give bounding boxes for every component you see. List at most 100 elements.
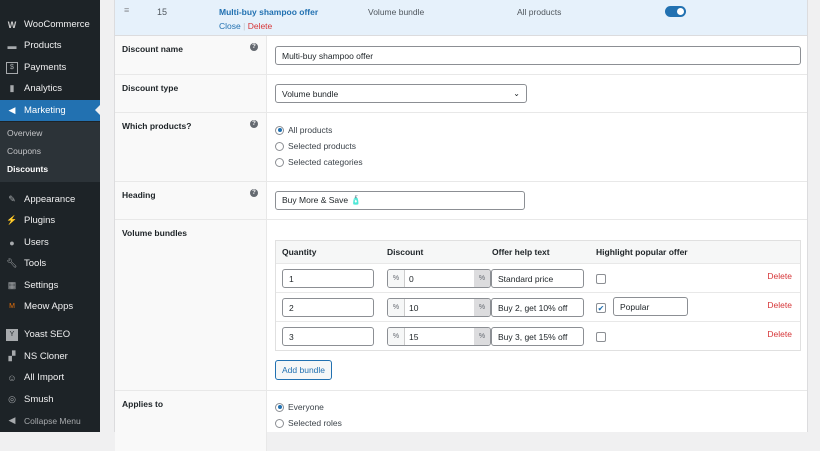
radio-selected-products[interactable]: Selected products [275,141,356,151]
radio-all-products[interactable]: All products [275,125,332,135]
discount-type-summary: Volume bundle [368,7,425,17]
menu-settings[interactable]: ▦ Settings [0,275,100,296]
volume-bundles-label: Volume bundles [115,220,267,390]
column-header-help-text: Offer help text [492,247,550,257]
discount-unit-select[interactable]: % [474,299,490,316]
radio-icon [275,125,284,135]
help-icon[interactable]: ? [250,43,258,51]
menu-smush[interactable]: ◎ Smush [0,389,100,410]
marketing-submenu: Overview Coupons Discounts [0,122,100,182]
discount-input[interactable]: 10 [405,299,474,316]
wrench-icon: 🔧︎ [6,258,18,268]
menu-products[interactable]: ▬ Products [0,35,100,56]
heading-input[interactable]: Buy More & Save 🧴 [275,191,525,210]
discount-type-select[interactable]: Volume bundle ⌄ [275,84,527,103]
discount-input-group: % 10% [387,298,491,317]
row-applies-to: Applies to Everyone Selected roles [115,391,807,451]
help-icon[interactable]: ? [250,189,258,197]
drag-handle-icon[interactable]: ≡ [124,5,129,15]
discount-editor: ≡ 15 Multi-buy shampoo offer Close | Del… [114,0,808,451]
menu-appearance[interactable]: ✎ Appearance [0,189,100,210]
dollar-icon: $ [6,61,18,74]
radio-selected-roles[interactable]: Selected roles [275,418,342,428]
radio-label: Selected roles [288,418,342,428]
menu-payments[interactable]: $ Payments [0,57,100,78]
sliders-icon: ▦ [7,280,17,290]
quantity-input[interactable]: 1 [282,269,374,288]
popular-checkbox[interactable] [596,332,606,342]
menu-all-import[interactable]: ☺ All Import [0,367,100,388]
bundle-row: 1 % 0% Standard price Delete [276,263,800,292]
enabled-toggle[interactable] [665,6,686,17]
menu-meow-apps[interactable]: M Meow Apps [0,296,100,317]
radio-label: Selected products [288,141,357,151]
delete-link[interactable]: Delete [248,21,273,31]
delete-bundle-link[interactable]: Delete [767,300,792,310]
menu-woocommerce[interactable]: W WooCommerce [0,14,100,35]
submenu-coupons[interactable]: Coupons [7,146,41,156]
delete-bundle-link[interactable]: Delete [767,329,792,339]
column-header-discount: Discount [387,247,424,257]
discount-unit-select[interactable]: % [474,270,490,287]
menu-marketing[interactable]: ◀ Marketing [0,100,100,121]
radio-label: Everyone [288,402,324,412]
percent-prefix: % [388,270,405,287]
menu-analytics[interactable]: ▮ Analytics [0,78,100,99]
discount-input[interactable]: 15 [405,328,474,345]
user-icon: ● [9,237,15,248]
menu-users[interactable]: ● Users [0,232,100,253]
menu-tools[interactable]: 🔧︎ Tools [0,253,100,274]
help-text-input[interactable]: Buy 2, get 10% off [491,298,584,317]
discount-unit-select[interactable]: % [474,328,490,345]
row-heading: Heading ? Buy More & Save 🧴 [115,182,807,220]
selected-value: Volume bundle [282,88,339,99]
megaphone-icon: ◀ [8,105,16,115]
quantity-input[interactable]: 3 [282,327,374,346]
discount-name-input[interactable]: Multi-buy shampoo offer [275,46,801,65]
radio-icon [275,157,284,167]
discount-input[interactable]: 0 [405,270,474,287]
archive-icon: ▬ [7,40,17,51]
admin-sidebar: W WooCommerce ▬ Products $ Payments ▮ Analyt… [0,0,100,432]
woo-icon: W [7,19,17,30]
menu-ns-cloner[interactable]: ▞ NS Cloner [0,346,100,367]
column-header-popular: Highlight popular offer [596,247,688,257]
radio-label: Selected categories [288,157,363,167]
delete-bundle-link[interactable]: Delete [767,271,792,281]
popular-checkbox[interactable] [596,274,606,284]
bundles-table: Quantity Discount Offer help text Highli… [275,240,801,351]
brush-icon: ✎ [8,194,16,204]
menu-yoast-seo[interactable]: Y Yoast SEO [0,324,100,345]
help-text-input[interactable]: Standard price [491,269,584,288]
submenu-overview[interactable]: Overview [7,128,42,138]
radio-selected-categories[interactable]: Selected categories [275,157,363,167]
add-bundle-button[interactable]: Add bundle [275,360,332,380]
radio-icon [275,418,284,428]
applies-to-label: Applies to [115,391,267,451]
help-icon[interactable]: ? [250,120,258,128]
discount-type-label: Discount type [115,75,267,112]
smush-icon: ◎ [8,394,16,404]
close-link[interactable]: Close [219,21,241,31]
help-text-input[interactable]: Buy 3, get 15% off [491,327,584,346]
yoast-icon: Y [6,328,18,341]
radio-everyone[interactable]: Everyone [275,402,324,412]
discount-id: 15 [157,7,168,17]
meow-icon: M [9,303,15,310]
popular-checkbox[interactable]: ✔ [596,303,606,313]
submenu-discounts[interactable]: Discounts [7,164,48,174]
separator: | [243,21,246,31]
discount-input-group: % 15% [387,327,491,346]
import-icon: ☺ [7,372,17,383]
collapse-menu-button[interactable]: ◀ Collapse Menu [0,410,100,431]
quantity-input[interactable]: 2 [282,298,374,317]
menu-plugins[interactable]: ⚡ Plugins [0,210,100,231]
radio-label: All products [288,125,333,135]
discount-title-link[interactable]: Multi-buy shampoo offer [219,7,318,17]
products-summary: All products [517,7,562,17]
popular-label-input[interactable]: Popular [613,297,688,316]
plug-icon: ⚡ [6,215,18,225]
row-discount-name: Discount name ? Multi-buy shampoo offer [115,36,807,75]
radio-icon [275,402,284,412]
bundle-row: 3 % 15% Buy 3, get 15% off Delete [276,321,800,350]
